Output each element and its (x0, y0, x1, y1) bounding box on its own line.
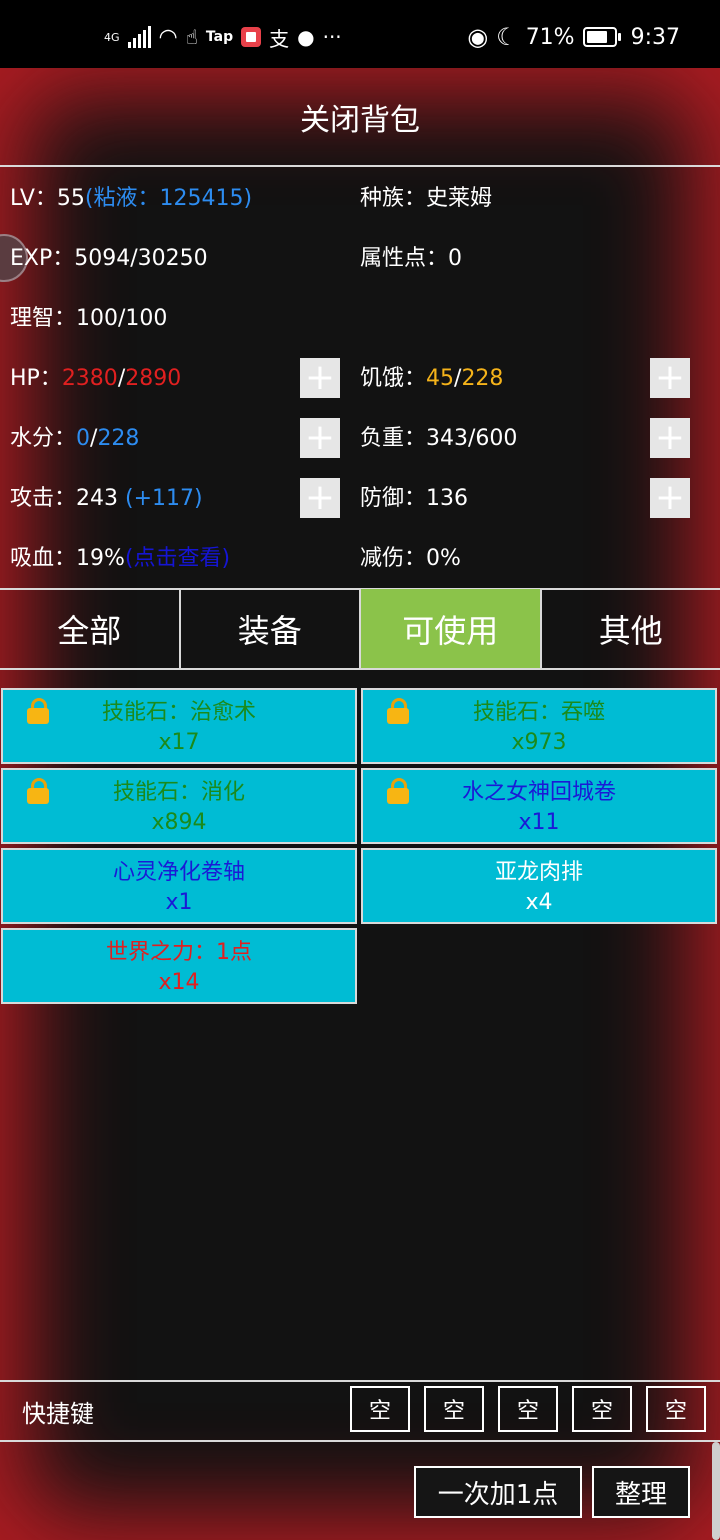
tab-equipment[interactable]: 装备 (181, 589, 361, 669)
red-app-icon (241, 27, 262, 47)
wifi-icon: ◠ (158, 24, 178, 50)
tab-other[interactable]: 其他 (542, 589, 720, 669)
damage-reduction-stat: 减伤：0% (360, 546, 461, 571)
hp-stat: HP：2380/2890 (10, 366, 182, 391)
hunger-stat: 饥饿：45/228 (360, 366, 504, 391)
category-tabs: 全部 装备 可使用 其他 (0, 589, 720, 669)
taptap-icon: Tap (205, 29, 234, 45)
scrollbar[interactable] (712, 1442, 720, 1540)
lifesteal-details-link[interactable]: (点击查看) (125, 546, 230, 571)
more-icon: ··· (322, 25, 342, 49)
item-name: 世界之力：1点 (106, 940, 252, 965)
sort-button[interactable]: 整理 (592, 1466, 690, 1518)
moon-icon: ☾ (496, 23, 518, 51)
battery-percent: 71% (525, 24, 575, 50)
sanity-stat: 理智：100/100 (10, 306, 168, 331)
slime-currency: (粘液：125415) (84, 186, 253, 211)
item-name: 技能石：治愈术 (101, 700, 256, 725)
item-name: 技能石：消化 (112, 780, 245, 805)
load-plus-button[interactable]: + (650, 418, 690, 458)
lock-icon (387, 698, 409, 724)
quick-slot-1[interactable]: 空 (350, 1386, 410, 1432)
quick-bar-label: 快捷键 (22, 1400, 94, 1428)
item-slot[interactable]: 技能石：消化 x894 (1, 768, 357, 844)
tab-all[interactable]: 全部 (0, 589, 181, 669)
close-backpack-button[interactable]: 关闭背包 (0, 68, 720, 166)
item-slot[interactable]: 水之女神回城卷 x11 (361, 768, 717, 844)
item-name: 心灵净化卷轴 (112, 860, 245, 885)
item-name: 亚龙肉排 (494, 860, 583, 885)
item-slot[interactable]: 心灵净化卷轴 x1 (1, 848, 357, 924)
item-count: x894 (151, 810, 207, 835)
item-count: x17 (158, 730, 200, 755)
quick-bar: 快捷键 空 空 空 空 空 (0, 1380, 720, 1440)
item-count: x1 (165, 890, 193, 915)
divider (0, 668, 720, 670)
clock: 9:37 (630, 24, 680, 50)
item-count: x973 (511, 730, 567, 755)
quick-slot-4[interactable]: 空 (572, 1386, 632, 1432)
water-plus-button[interactable]: + (300, 418, 340, 458)
quick-slot-3[interactable]: 空 (498, 1386, 558, 1432)
divider (0, 1440, 720, 1442)
status-bar: 4G ◠ ☝ Tap 支 ● ··· ◉ ☾ 71% 9:37 (0, 0, 720, 68)
item-name: 水之女神回城卷 (461, 780, 616, 805)
hunger-plus-button[interactable]: + (650, 358, 690, 398)
lock-icon (387, 778, 409, 804)
item-slot[interactable]: 技能石：吞噬 x973 (361, 688, 717, 764)
hp-plus-button[interactable]: + (300, 358, 340, 398)
item-slot[interactable]: 技能石：治愈术 x17 (1, 688, 357, 764)
lock-icon (27, 778, 49, 804)
signal-icon (127, 26, 151, 48)
qq-icon: ● (297, 25, 315, 49)
network-type: 4G (104, 30, 120, 44)
eye-icon: ◉ (467, 23, 489, 51)
tab-usable[interactable]: 可使用 (361, 589, 542, 669)
item-slot[interactable]: 世界之力：1点 x14 (1, 928, 357, 1004)
attribute-points-stat: 属性点：0 (360, 246, 463, 271)
divider (0, 165, 720, 167)
alipay-icon: 支 (269, 26, 290, 51)
quick-slot-2[interactable]: 空 (424, 1386, 484, 1432)
defense-stat: 防御：136 (360, 486, 469, 511)
inventory-screen: 关闭背包 LV：55(粘液：125415) 种族：史莱姆 EXP：5094/30… (0, 68, 720, 1540)
quick-slot-5[interactable]: 空 (646, 1386, 706, 1432)
attack-plus-button[interactable]: + (300, 478, 340, 518)
lifesteal-stat: 吸血：19%(点击查看) (10, 546, 231, 571)
item-count: x4 (525, 890, 553, 915)
battery-icon (582, 27, 621, 47)
lock-icon (27, 698, 49, 724)
attack-stat: 攻击：243 (+117) (10, 486, 203, 511)
race-stat: 种族：史莱姆 (360, 186, 493, 211)
water-stat: 水分：0/228 (10, 426, 140, 451)
item-count: x14 (158, 970, 200, 995)
hand-icon: ☝ (185, 25, 198, 49)
defense-plus-button[interactable]: + (650, 478, 690, 518)
load-stat: 负重：343/600 (360, 426, 518, 451)
item-name: 技能石：吞噬 (472, 700, 605, 725)
exp-stat: EXP：5094/30250 (10, 246, 208, 271)
item-slot[interactable]: 亚龙肉排 x4 (361, 848, 717, 924)
add-one-point-button[interactable]: 一次加1点 (414, 1466, 582, 1518)
item-count: x11 (518, 810, 560, 835)
level-stat: LV：55(粘液：125415) (10, 186, 253, 211)
